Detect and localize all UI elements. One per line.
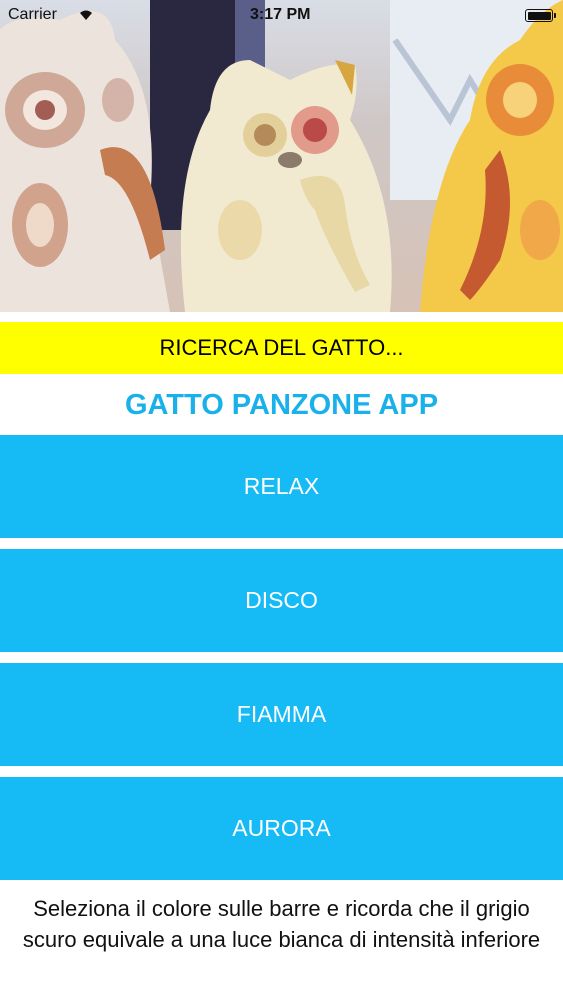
fiamma-button[interactable]: FIAMMA xyxy=(0,663,563,766)
disco-button[interactable]: DISCO xyxy=(0,549,563,652)
carrier-label: Carrier xyxy=(8,6,57,23)
cat-figurines-illustration xyxy=(0,0,563,312)
status-bar: Carrier 3:17 PM xyxy=(0,0,563,32)
fiamma-button-label: FIAMMA xyxy=(236,701,327,727)
relax-button-label: RELAX xyxy=(243,473,320,499)
status-time: 3:17 PM xyxy=(250,6,311,23)
wifi-icon xyxy=(78,8,94,26)
instructions-text: Seleziona il colore sulle barre e ricord… xyxy=(22,896,541,952)
aurora-button-label: AURORA xyxy=(232,815,331,841)
relax-button[interactable]: RELAX xyxy=(0,435,563,538)
app-title-text: GATTO PANZONE APP xyxy=(124,388,439,421)
aurora-button[interactable]: AURORA xyxy=(0,777,563,880)
search-status-banner: RICERCA DEL GATTO... xyxy=(0,322,563,374)
disco-button-label: DISCO xyxy=(245,587,318,613)
battery-icon xyxy=(525,9,556,22)
app-title: GATTO PANZONE APP xyxy=(0,378,563,432)
hero-image xyxy=(0,0,563,312)
search-status-text: RICERCA DEL GATTO... xyxy=(159,335,404,360)
